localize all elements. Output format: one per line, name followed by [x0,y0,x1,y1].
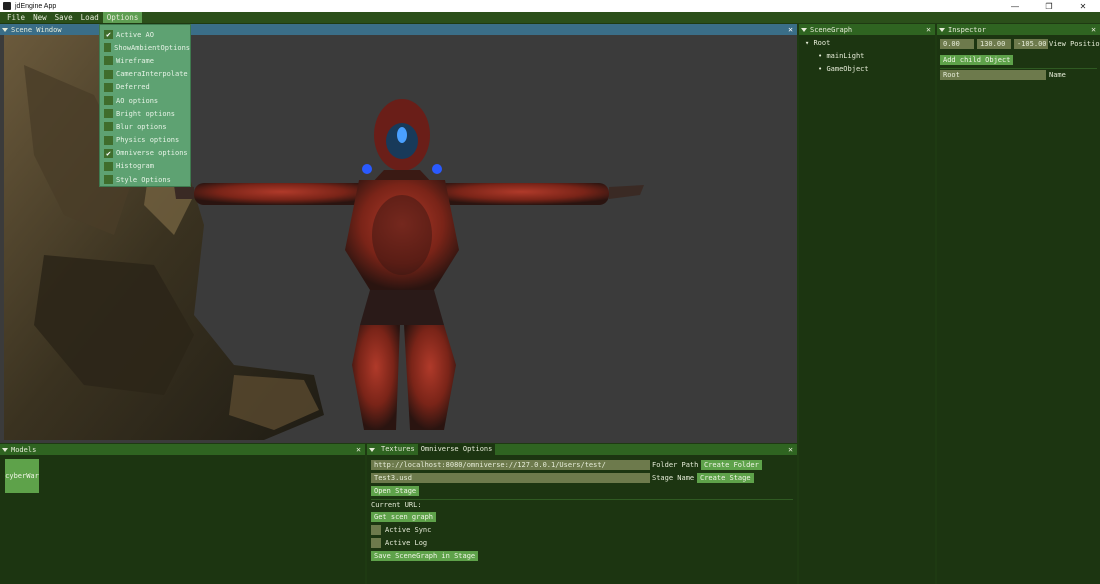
collapse-triangle-icon[interactable] [2,27,8,32]
stage-name-label: Stage Name [652,474,695,482]
current-url-label: Current URL: [371,501,422,509]
name-label: Name [1049,71,1066,79]
collapse-triangle-icon[interactable] [939,27,945,32]
minimize-icon[interactable]: — [998,2,1032,11]
option-camera-interpolate[interactable]: CameraInterpolate [100,68,190,81]
close-icon[interactable]: ✕ [926,24,931,35]
menu-new[interactable]: New [29,12,51,23]
collapse-triangle-icon[interactable] [369,447,375,452]
checkbox-empty-icon [104,96,113,106]
tree-node-root[interactable]: ▾ Root [805,39,830,47]
scenegraph-header[interactable]: SceneGraph ✕ [799,24,935,35]
inspector-panel: Inspector ✕ 0.00 130.00 -105.00 View Pos… [937,24,1100,584]
checkbox-empty-icon [104,161,113,171]
divider [940,68,1097,69]
collapse-triangle-icon[interactable] [801,27,807,32]
active-sync-checkbox[interactable] [371,525,381,535]
option-blur-options[interactable]: Blur options [100,120,190,133]
option-bright-options[interactable]: Bright options [100,107,190,120]
check-icon: ✔ [104,148,113,158]
option-wireframe[interactable]: Wireframe [100,54,190,67]
folder-path-label: Folder Path [652,461,699,469]
option-style-options[interactable]: Style Options [100,173,190,186]
active-sync-label: Active Sync [385,526,432,534]
models-panel: Models ✕ cyberWar [0,444,365,584]
position-z-field[interactable]: -105.00 [1014,39,1048,49]
option-physics-options[interactable]: Physics options [100,134,190,147]
app-titlebar: jdEngine App — ❐ ✕ [0,0,1100,12]
app-title: jdEngine App [15,2,57,10]
menu-options[interactable]: Options [102,12,143,23]
scenegraph-title: SceneGraph [810,25,853,34]
window-controls: — ❐ ✕ [998,2,1100,11]
inspector-title: Inspector [948,25,986,34]
option-deferred[interactable]: Deferred [100,81,190,94]
save-scenegraph-button[interactable]: Save SceneGraph in Stage [371,551,479,561]
checkbox-empty-icon [104,56,113,66]
tree-node-mainlight[interactable]: • mainLight [818,52,864,60]
view-position-label: View Positio [1049,40,1100,48]
tab-omniverse-options[interactable]: Omniverse Options [417,444,496,455]
inspector-header[interactable]: Inspector ✕ [937,24,1100,35]
stage-name-input[interactable]: Test3.usd [371,473,650,483]
active-log-label: Active Log [385,539,428,547]
bottom-tabs-header: Textures Omniverse Options ✕ [367,444,797,455]
models-title: Models [11,445,37,454]
tree-node-gameobject[interactable]: • GameObject [818,65,869,73]
menu-load[interactable]: Load [77,12,103,23]
close-icon[interactable]: ✕ [1091,24,1096,35]
add-child-object-button[interactable]: Add child Object [940,55,1014,65]
options-dropdown-menu: ✔ Active AO ShowAmbientOptions Wireframe … [99,24,191,187]
active-log-checkbox[interactable] [371,538,381,548]
checkbox-empty-icon [104,175,113,185]
menu-file[interactable]: File [3,12,29,23]
scenegraph-panel: SceneGraph ✕ ▾ Root • mainLight • GameOb… [799,24,935,584]
divider [371,499,793,500]
model-name: cyberWar [5,472,39,480]
scene-window-title: Scene Window [11,25,62,34]
checkbox-empty-icon [104,122,113,132]
checkbox-empty-icon [104,69,113,79]
option-active-ao[interactable]: ✔ Active AO [100,28,190,41]
collapse-triangle-icon[interactable] [2,447,8,452]
option-histogram[interactable]: Histogram [100,160,190,173]
models-header[interactable]: Models ✕ [0,444,365,455]
close-icon[interactable]: ✕ [788,24,793,35]
tab-textures[interactable]: Textures [378,444,418,455]
restore-icon[interactable]: ❐ [1032,2,1066,11]
name-field[interactable]: Root [940,70,1046,80]
close-icon[interactable]: ✕ [788,444,793,455]
check-icon: ✔ [104,30,113,40]
menu-save[interactable]: Save [51,12,77,23]
option-show-ambient[interactable]: ShowAmbientOptions [100,41,190,54]
option-ao-options[interactable]: AO options [100,94,190,107]
app-icon [3,2,11,10]
checkbox-empty-icon [104,109,113,119]
create-folder-button[interactable]: Create Folder [701,460,762,470]
open-stage-button[interactable]: Open Stage [371,486,420,496]
model-thumbnail[interactable]: cyberWar [5,459,39,493]
checkbox-empty-icon [104,43,112,53]
position-x-field[interactable]: 0.00 [940,39,974,49]
checkbox-empty-icon [104,82,113,92]
close-window-icon[interactable]: ✕ [1066,2,1100,11]
option-omniverse-options[interactable]: ✔ Omniverse options [100,147,190,160]
create-stage-button[interactable]: Create Stage [697,473,754,483]
folder-path-input[interactable]: http://localhost:8080/omniverse://127.0.… [371,460,650,470]
checkbox-empty-icon [104,135,113,145]
position-y-field[interactable]: 130.00 [977,39,1011,49]
get-scene-graph-button[interactable]: Get scen graph [371,512,437,522]
close-icon[interactable]: ✕ [356,444,361,455]
omniverse-panel: Textures Omniverse Options ✕ http://loca… [367,444,797,584]
menu-bar: File New Save Load Options [0,12,1100,23]
